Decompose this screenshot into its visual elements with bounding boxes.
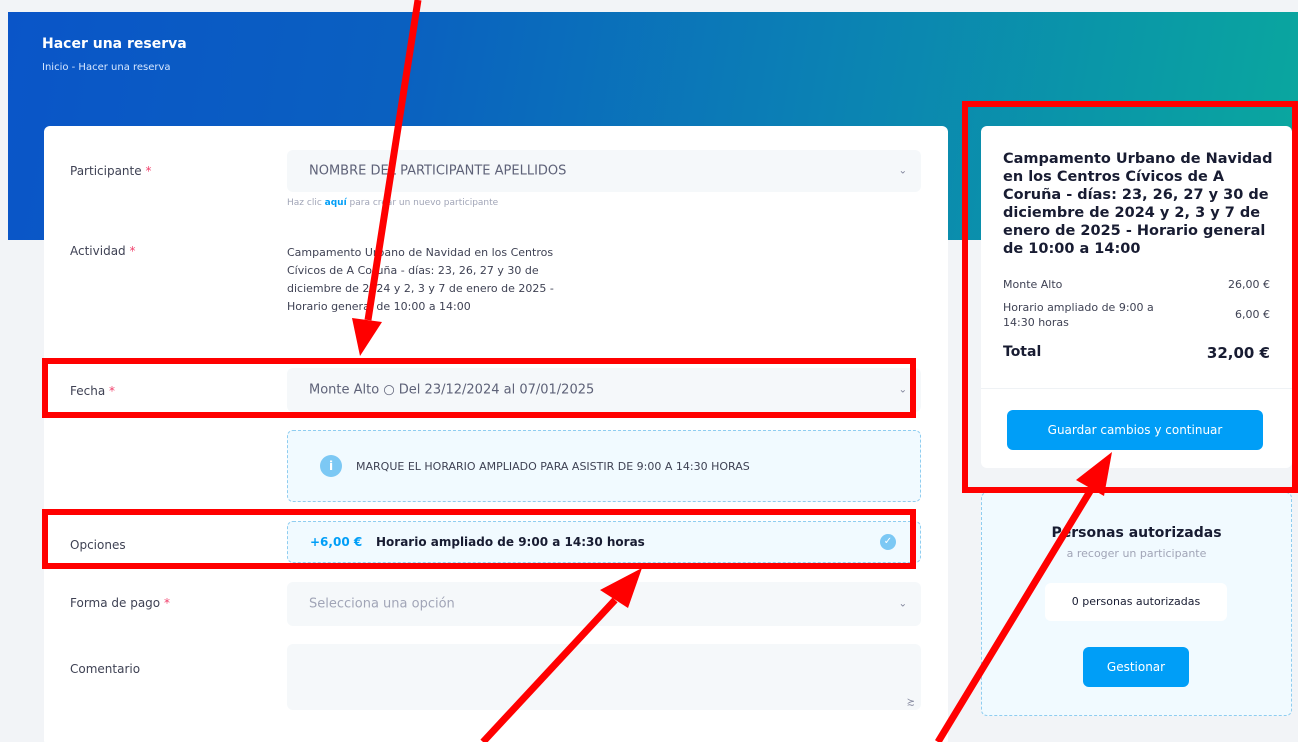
annotation-arrowhead <box>352 318 382 356</box>
annotation-arrows <box>352 0 1112 742</box>
annotation-arrowhead <box>1076 452 1112 496</box>
annotation-arrowhead <box>600 568 642 608</box>
annotation-arrow <box>364 0 422 321</box>
annotation-arrow <box>935 486 1095 742</box>
annotation-arrow <box>480 597 618 742</box>
